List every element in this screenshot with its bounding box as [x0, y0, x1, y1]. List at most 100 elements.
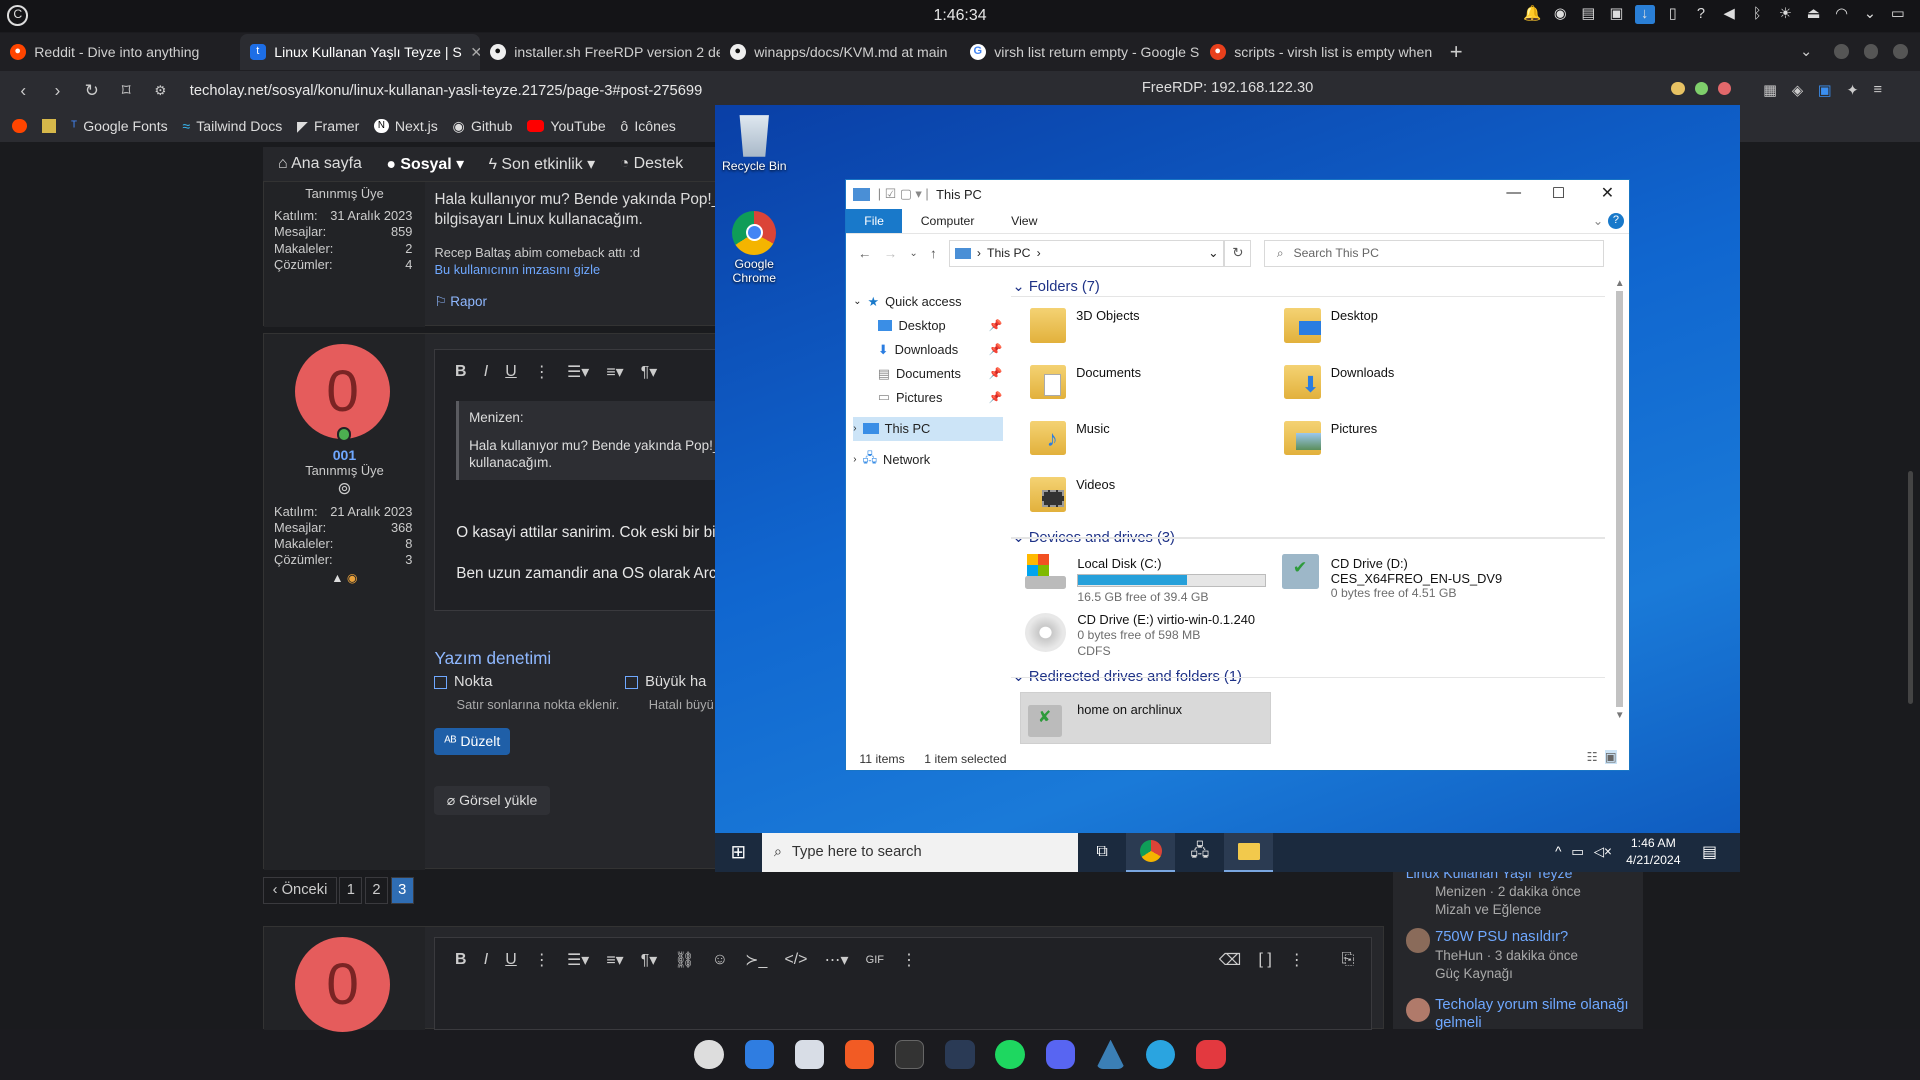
- reply-editor[interactable]: B I U ⋮ ☰▾ ≡▾ ¶▾ ⛓ ☺ ≻_ </> ⋯▾ GIF ⋮ ⌫ [ ] ⋮ ⎘: [434, 936, 1373, 1030]
- chevron-down-icon[interactable]: ⌄: [1208, 246, 1218, 260]
- spell-option-buyuk[interactable]: Büyük ha: [625, 674, 706, 690]
- editor[interactable]: B I U ⋮ ☰▾ ≡▾ ¶▾ Menizen: Hala kullanıyor mu? …: [434, 348, 727, 611]
- list-button[interactable]: ☰▾: [567, 362, 589, 382]
- ribbon-tab-view[interactable]: View: [993, 214, 1056, 228]
- page-3-current[interactable]: 3: [390, 876, 414, 904]
- hide-signature-link[interactable]: Bu kullanıcının imzasını gizle: [434, 262, 600, 277]
- list-button[interactable]: ☰▾: [567, 950, 589, 970]
- arch-icon[interactable]: [1095, 1039, 1126, 1069]
- desktop-icon-recycle-bin[interactable]: Recycle Bin: [716, 115, 792, 173]
- nav-activity[interactable]: ϟ Son etkinlik ▾: [489, 154, 596, 174]
- folder-documents[interactable]: Documents: [1029, 364, 1141, 399]
- align-button[interactable]: ≡▾: [606, 362, 623, 382]
- bluetooth-icon[interactable]: ᛒ: [1748, 5, 1768, 25]
- redirected-drive-item[interactable]: ✘ home on archlinux: [1019, 691, 1271, 745]
- up-icon[interactable]: ↑: [930, 246, 937, 261]
- docker-icon[interactable]: ▤: [1579, 5, 1599, 25]
- ribbon-expand-icon[interactable]: ⌄: [1588, 214, 1608, 228]
- sidebar-item[interactable]: Techolay yorum silme olanağı gelmeli: [1435, 996, 1643, 1033]
- nav-quick-access[interactable]: ⌄ ★ Quick access: [853, 290, 1002, 314]
- code-icon[interactable]: </>: [784, 951, 807, 969]
- ribbon-tab-file[interactable]: File: [845, 208, 903, 234]
- explorer-search[interactable]: ⌕ Search This PC: [1263, 239, 1604, 267]
- emoji-icon[interactable]: ☺: [712, 951, 728, 969]
- extension-icon[interactable]: ◈: [1792, 82, 1803, 99]
- notification-icon[interactable]: ▤: [1702, 842, 1717, 862]
- telegram-icon[interactable]: [1146, 1039, 1176, 1069]
- fix-button[interactable]: ᴬᴮ Düzelt: [434, 728, 511, 756]
- terminal-icon[interactable]: ≻_: [745, 950, 767, 970]
- italic-button[interactable]: I: [484, 951, 488, 969]
- files-app-icon[interactable]: [794, 1039, 825, 1069]
- drive-e[interactable]: CD Drive (E:) virtio-win-0.1.240 0 bytes…: [1077, 612, 1255, 660]
- task-view-icon[interactable]: ⧉: [1078, 843, 1127, 861]
- bookmark-icon[interactable]: ⌑: [109, 80, 143, 101]
- folder-desktop[interactable]: Desktop: [1284, 308, 1378, 343]
- drive-d[interactable]: CD Drive (D:) CES_X64FREO_EN-US_DV9 0 by…: [1331, 556, 1502, 602]
- pin-icon[interactable]: 📌: [989, 319, 1003, 332]
- nav-network[interactable]: › 🖧 Network: [853, 448, 1002, 472]
- underline-button[interactable]: U: [505, 951, 517, 969]
- bookmark-github[interactable]: ◉ Github: [453, 118, 513, 135]
- new-tab-button[interactable]: +: [1450, 39, 1463, 65]
- rdp-close-button[interactable]: [1717, 82, 1732, 96]
- refresh-icon[interactable]: ↻: [1224, 239, 1252, 267]
- quick-access-toolbar[interactable]: | ☑ ▢ ▾ |: [878, 186, 929, 202]
- bookmark-icones[interactable]: ô Icônes: [620, 118, 675, 134]
- window-maximize-button[interactable]: [1863, 44, 1879, 59]
- pin-icon[interactable]: 📌: [989, 343, 1003, 356]
- more-insert-icon[interactable]: ⋯▾: [825, 950, 849, 970]
- brightness-icon[interactable]: ☀: [1776, 5, 1796, 25]
- spotify-icon[interactable]: [995, 1039, 1025, 1069]
- spell-option-nokta[interactable]: Nokta: [434, 674, 492, 690]
- taskbar-clock[interactable]: 1:46 AM 4/21/2024: [1626, 835, 1680, 869]
- ribbon-tab-computer[interactable]: Computer: [902, 214, 992, 228]
- sidebar-item-title[interactable]: Techolay yorum silme olanağı: [1435, 996, 1643, 1014]
- bookmark-tailwind[interactable]: ≈ Tailwind Docs: [182, 118, 282, 134]
- eraser-icon[interactable]: ⌫: [1219, 950, 1242, 970]
- url-field[interactable]: techolay.net/sosyal/konu/linux-kullanan-…: [190, 83, 703, 99]
- tab-techolay[interactable]: t Linux Kullanan Yaşlı Teyze | S ✕: [240, 34, 480, 70]
- vscode-icon[interactable]: [945, 1039, 975, 1069]
- nav-downloads[interactable]: ⬇ Downloads 📌: [853, 338, 1003, 362]
- more-icon[interactable]: ⋮: [1289, 950, 1305, 970]
- more-icon[interactable]: ⋮: [901, 950, 917, 970]
- tab-reddit[interactable]: ● Reddit - Dive into anything: [0, 34, 240, 70]
- pin-icon[interactable]: 📌: [989, 367, 1003, 380]
- brave-icon[interactable]: [844, 1039, 875, 1069]
- menu-icon[interactable]: ≡: [1873, 82, 1882, 99]
- windows-start-icon[interactable]: ⊞: [715, 833, 762, 872]
- taskbar-file-explorer[interactable]: [1224, 832, 1274, 872]
- download-tray-icon[interactable]: ↓: [1634, 4, 1655, 25]
- translate-icon[interactable]: ▣: [1818, 82, 1832, 99]
- help-icon[interactable]: ?: [1607, 212, 1624, 229]
- gif-icon[interactable]: GIF: [866, 954, 884, 966]
- explorer-close-button[interactable]: ✕: [1601, 183, 1614, 203]
- terminal-app-icon[interactable]: [895, 1039, 925, 1069]
- sidebar-item-title[interactable]: 750W PSU nasıldır?: [1435, 928, 1643, 946]
- explorer-scrollbar[interactable]: ▲ ▼: [1614, 278, 1626, 746]
- report-link[interactable]: ⚐ Rapor: [434, 294, 486, 310]
- network-icon[interactable]: ▭: [1571, 844, 1584, 860]
- wifi-icon[interactable]: ◠: [1832, 5, 1852, 25]
- site-info-icon[interactable]: ⚙: [143, 83, 177, 99]
- paragraph-button[interactable]: ¶▾: [641, 362, 658, 382]
- bookmark-reddit[interactable]: [12, 118, 27, 134]
- nav-social[interactable]: ● Sosyal ▾: [386, 154, 464, 174]
- rdp-minimize-button[interactable]: [1671, 82, 1685, 96]
- discord-icon[interactable]: [1045, 1039, 1076, 1069]
- paragraph-button[interactable]: ¶▾: [641, 950, 658, 970]
- chevron-down-icon[interactable]: ⌄: [1860, 5, 1880, 25]
- taskbar-chrome[interactable]: [1126, 832, 1176, 872]
- extension-icon[interactable]: ▦: [1763, 82, 1777, 99]
- folder-music[interactable]: ♪ Music: [1029, 420, 1110, 456]
- reload-icon[interactable]: ↻: [75, 80, 109, 101]
- clipboard-icon[interactable]: ▯: [1663, 5, 1683, 25]
- pin-icon[interactable]: 📌: [989, 391, 1003, 404]
- upload-image-button[interactable]: ⌀ Görsel yükle: [434, 785, 550, 816]
- sidebar-item[interactable]: Linux Kullanan Yaşlı Teyze Menizen · 2 d…: [1406, 864, 1639, 919]
- volume-icon[interactable]: ◀: [1719, 5, 1739, 25]
- bookmark-youtube[interactable]: YouTube: [527, 118, 606, 134]
- back-icon[interactable]: ←: [858, 246, 871, 261]
- forward-icon[interactable]: ›: [40, 80, 74, 101]
